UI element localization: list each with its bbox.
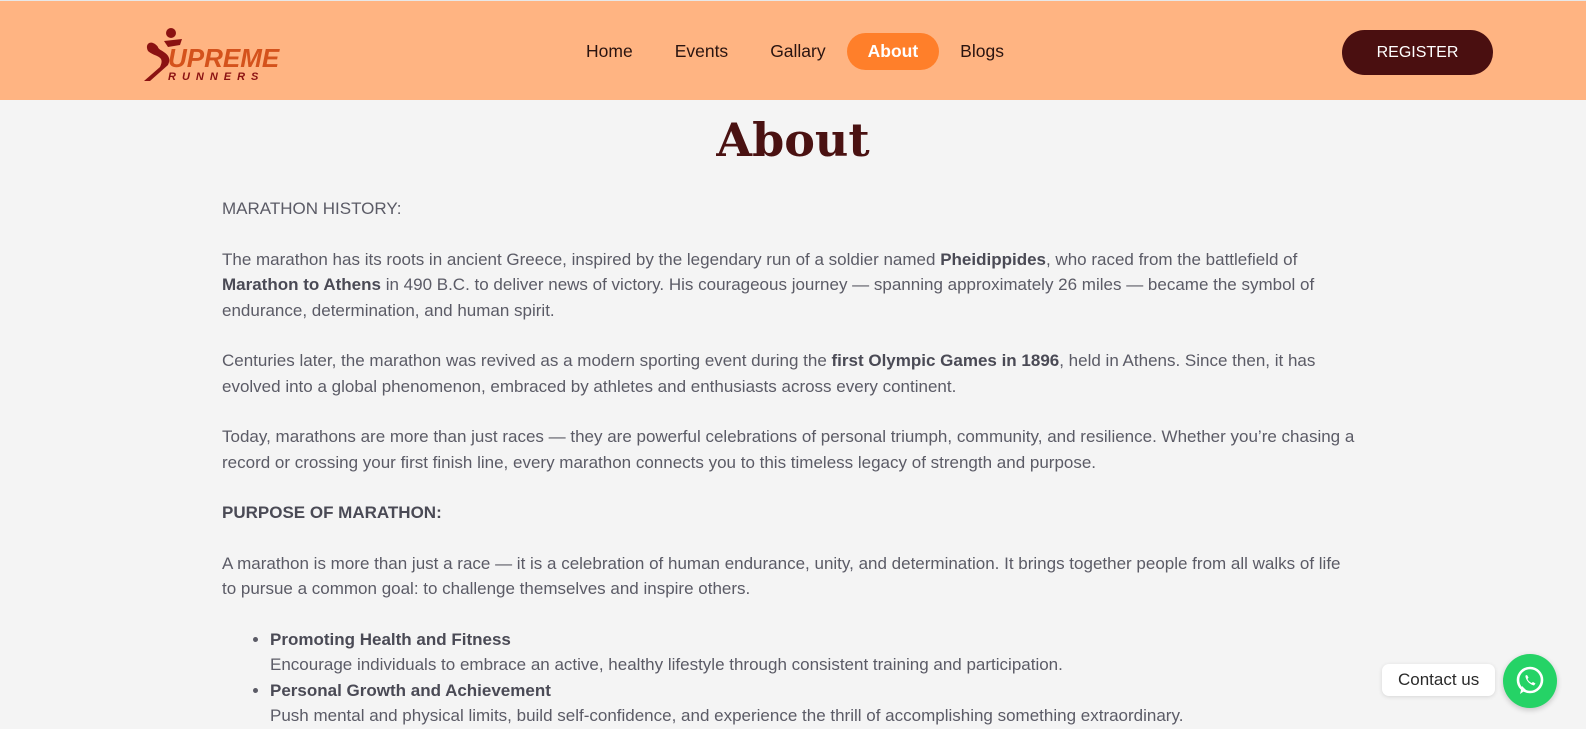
- history-paragraph-3: Today, marathons are more than just race…: [222, 427, 1355, 472]
- main-nav: Home Events Gallary About Blogs: [565, 33, 1025, 70]
- site-header: UPREME RUNNERS Home Events Gallary About…: [0, 0, 1586, 100]
- logo-subtext: RUNNERS: [168, 71, 264, 83]
- whatsapp-icon: [1516, 666, 1544, 694]
- history-paragraph-1: The marathon has its roots in ancient Gr…: [222, 249, 1315, 320]
- history-heading: MARATHON HISTORY:: [222, 199, 402, 218]
- purpose-paragraph: A marathon is more than just a race — it…: [222, 553, 1341, 599]
- nav-blogs[interactable]: Blogs: [939, 33, 1025, 70]
- list-item: Promoting Health and Fitness Encourage i…: [270, 627, 1357, 678]
- logo-text: UPREME: [168, 43, 280, 73]
- page-title: About: [716, 113, 870, 167]
- purpose-heading: PURPOSE OF MARATHON:: [222, 503, 442, 522]
- nav-home[interactable]: Home: [565, 33, 654, 70]
- purpose-list: Promoting Health and Fitness Encourage i…: [222, 627, 1357, 729]
- list-item: Personal Growth and Achievement Push men…: [270, 678, 1357, 729]
- brand-logo[interactable]: UPREME RUNNERS: [138, 25, 288, 85]
- runner-logo-icon: UPREME RUNNERS: [144, 28, 280, 83]
- nav-gallary[interactable]: Gallary: [749, 33, 846, 70]
- whatsapp-button[interactable]: [1503, 654, 1557, 708]
- marathon-to-athens-bold: Marathon to Athens: [222, 275, 381, 294]
- register-button[interactable]: REGISTER: [1342, 30, 1493, 75]
- pheidippides-bold: Pheidippides: [940, 249, 1046, 269]
- nav-about[interactable]: About: [846, 33, 940, 70]
- contact-us-label[interactable]: Contact us: [1382, 664, 1496, 696]
- nav-events[interactable]: Events: [654, 33, 750, 70]
- about-content: MARATHON HISTORY: The marathon has its r…: [222, 196, 1357, 729]
- history-paragraph-2: Centuries later, the marathon was revive…: [222, 351, 1316, 396]
- olympic-games-bold: first Olympic Games in 1896: [831, 351, 1060, 370]
